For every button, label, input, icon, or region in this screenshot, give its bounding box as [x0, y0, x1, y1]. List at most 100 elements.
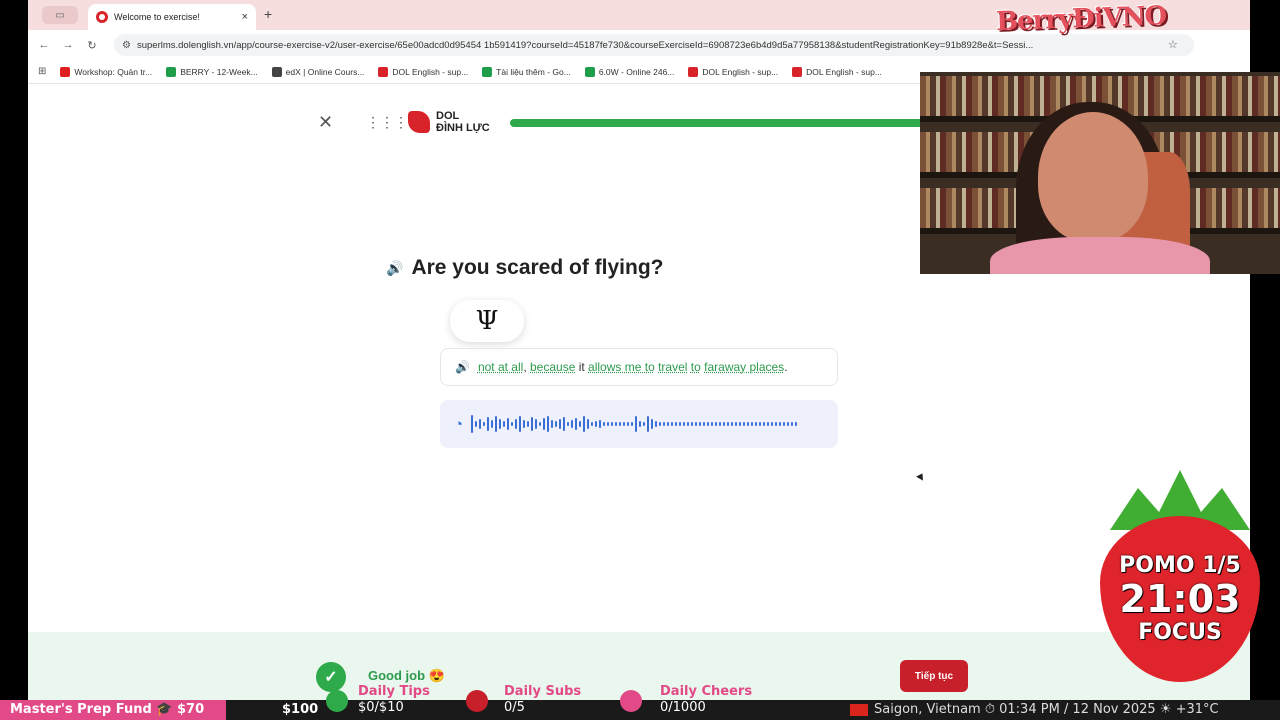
waveform-bar — [639, 421, 642, 427]
bookmark-label: Tài liệu thêm - Go... — [496, 66, 571, 77]
waveform-bar — [491, 420, 494, 428]
bookmark-item[interactable]: BERRY - 12-Week... — [166, 66, 258, 77]
bookmark-star-icon[interactable]: ☆ — [1168, 38, 1178, 51]
waveform-bar — [479, 419, 482, 429]
forward-arrow-icon[interactable]: → — [56, 39, 80, 51]
mouse-cursor-icon — [916, 471, 926, 481]
waveform-bar — [535, 419, 538, 429]
tab-group-icon[interactable]: ▭ — [42, 6, 78, 24]
bookmark-item[interactable]: Workshop: Quản tr... — [60, 66, 153, 77]
bookmark-label: Workshop: Quản tr... — [74, 66, 153, 77]
waveform — [471, 414, 799, 434]
waveform-bar — [783, 422, 786, 426]
vocab-word[interactable]: because — [530, 360, 575, 374]
new-tab-button[interactable]: + — [264, 6, 272, 22]
back-arrow-icon[interactable]: ← — [32, 39, 56, 51]
close-tab-icon[interactable]: × — [242, 11, 248, 23]
waveform-bar — [527, 421, 530, 427]
bookmark-item[interactable]: 6.0W - Online 246... — [584, 66, 675, 77]
waveform-bar — [663, 422, 666, 426]
waveform-bar — [471, 415, 474, 433]
bookmark-favicon-icon — [688, 66, 699, 77]
waveform-bar — [579, 421, 582, 427]
waveform-bar — [751, 422, 754, 426]
daily-subs: Daily Subs 0/5 — [504, 684, 581, 716]
pomo-timer: 21:03 — [1119, 577, 1241, 621]
waveform-bar — [795, 422, 798, 426]
waveform-bar — [659, 422, 662, 426]
vocab-word[interactable]: allows me to — [588, 360, 655, 374]
vocab-word[interactable]: not at all — [478, 360, 523, 374]
tab-title: Welcome to exercise! — [114, 12, 200, 22]
waveform-bar — [591, 422, 594, 426]
waveform-bar — [675, 422, 678, 426]
close-exercise-icon[interactable]: ✕ — [318, 112, 333, 133]
pomodoro-strawberry: POMO 1/5 21:03 FOCUS — [1100, 470, 1260, 682]
bookmark-item[interactable]: DOL English - sup... — [792, 66, 882, 77]
hint-bubble[interactable]: Ψ — [450, 300, 524, 342]
url-text: superlms.dolenglish.vn/app/course-exerci… — [136, 39, 1034, 51]
question: 🔊 Are you scared of flying? — [386, 256, 664, 280]
waveform-bar — [547, 416, 550, 432]
bookmark-label: BERRY - 12-Week... — [180, 66, 258, 77]
waveform-bar — [563, 417, 566, 431]
waveform-bar — [759, 422, 762, 426]
bookmark-list: Workshop: Quản tr... BERRY - 12-Week... ed… — [46, 66, 882, 77]
waveform-bar — [523, 420, 526, 428]
bookmark-favicon-icon — [60, 66, 71, 77]
waveform-bar — [715, 422, 718, 426]
bookmark-label: DOL English - sup... — [702, 66, 779, 77]
waveform-bar — [635, 416, 638, 432]
waveform-bar — [655, 421, 658, 427]
waveform-bar — [671, 422, 674, 426]
vocab-word[interactable]: faraway places — [704, 360, 784, 374]
feedback-text: Good job 😍 — [368, 668, 445, 683]
speaker-icon[interactable]: 🔊 — [386, 260, 403, 277]
waveform-bar — [755, 422, 758, 426]
waveform-bar — [511, 422, 514, 426]
logo-text-bottom: ĐÌNH LỰC — [436, 122, 490, 134]
vocab-word[interactable]: to — [691, 360, 701, 374]
bookmark-item[interactable]: edX | Online Cours... — [271, 66, 365, 77]
reload-icon[interactable]: ↻ — [80, 39, 104, 52]
bookmark-label: 6.0W - Online 246... — [598, 66, 675, 77]
bookmark-item[interactable]: DOL English - sup... — [688, 66, 779, 77]
waveform-bar — [627, 422, 630, 426]
recording-waveform[interactable]: ◔ — [440, 400, 838, 448]
waveform-bar — [695, 422, 698, 426]
location-clock: Saigon, Vietnam ⏱ 01:34 PM / 12 Nov 2025… — [850, 700, 1219, 720]
waveform-bar — [583, 416, 586, 432]
dol-favicon-icon — [96, 11, 108, 23]
address-bar[interactable]: ⚙ superlms.dolenglish.vn/app/course-exer… — [114, 34, 1194, 56]
apps-grid-icon[interactable]: ⊞ — [38, 66, 46, 77]
streamer-face — [1038, 112, 1148, 242]
continue-button[interactable]: Tiếp tục — [900, 660, 968, 692]
logo-text-top: DOL — [436, 110, 460, 122]
waveform-bar — [515, 419, 518, 429]
waveform-bar — [683, 422, 686, 426]
daily-tips: Daily Tips $0/$10 — [358, 684, 430, 716]
answer-speaker-icon[interactable]: 🔊 — [455, 360, 470, 374]
bookmark-item[interactable]: Tài liệu thêm - Go... — [482, 66, 571, 77]
question-text: Are you scared of flying? — [411, 256, 664, 279]
waveform-bar — [723, 422, 726, 426]
waveform-bar — [507, 418, 510, 430]
star-icon — [620, 690, 642, 712]
daily-tips-label: Daily Tips — [358, 684, 430, 699]
daily-subs-label: Daily Subs — [504, 684, 582, 699]
waveform-bar — [619, 422, 622, 426]
waveform-bar — [703, 422, 706, 426]
waveform-bar — [771, 422, 774, 426]
waveform-bar — [623, 422, 626, 426]
waveform-bar — [747, 422, 750, 426]
tab-active[interactable]: Welcome to exercise! × — [88, 4, 256, 30]
menu-grid-icon[interactable]: ⋮⋮⋮ — [366, 114, 408, 131]
waveform-bar — [731, 422, 734, 426]
bookmark-label: edX | Online Cours... — [285, 66, 365, 77]
site-settings-icon[interactable]: ⚙ — [122, 40, 131, 51]
waveform-bar — [571, 420, 574, 428]
bookmark-item[interactable]: DOL English - sup... — [378, 66, 468, 77]
waveform-bar — [711, 422, 714, 426]
waveform-bar — [607, 422, 610, 426]
vocab-word[interactable]: travel — [658, 360, 687, 374]
